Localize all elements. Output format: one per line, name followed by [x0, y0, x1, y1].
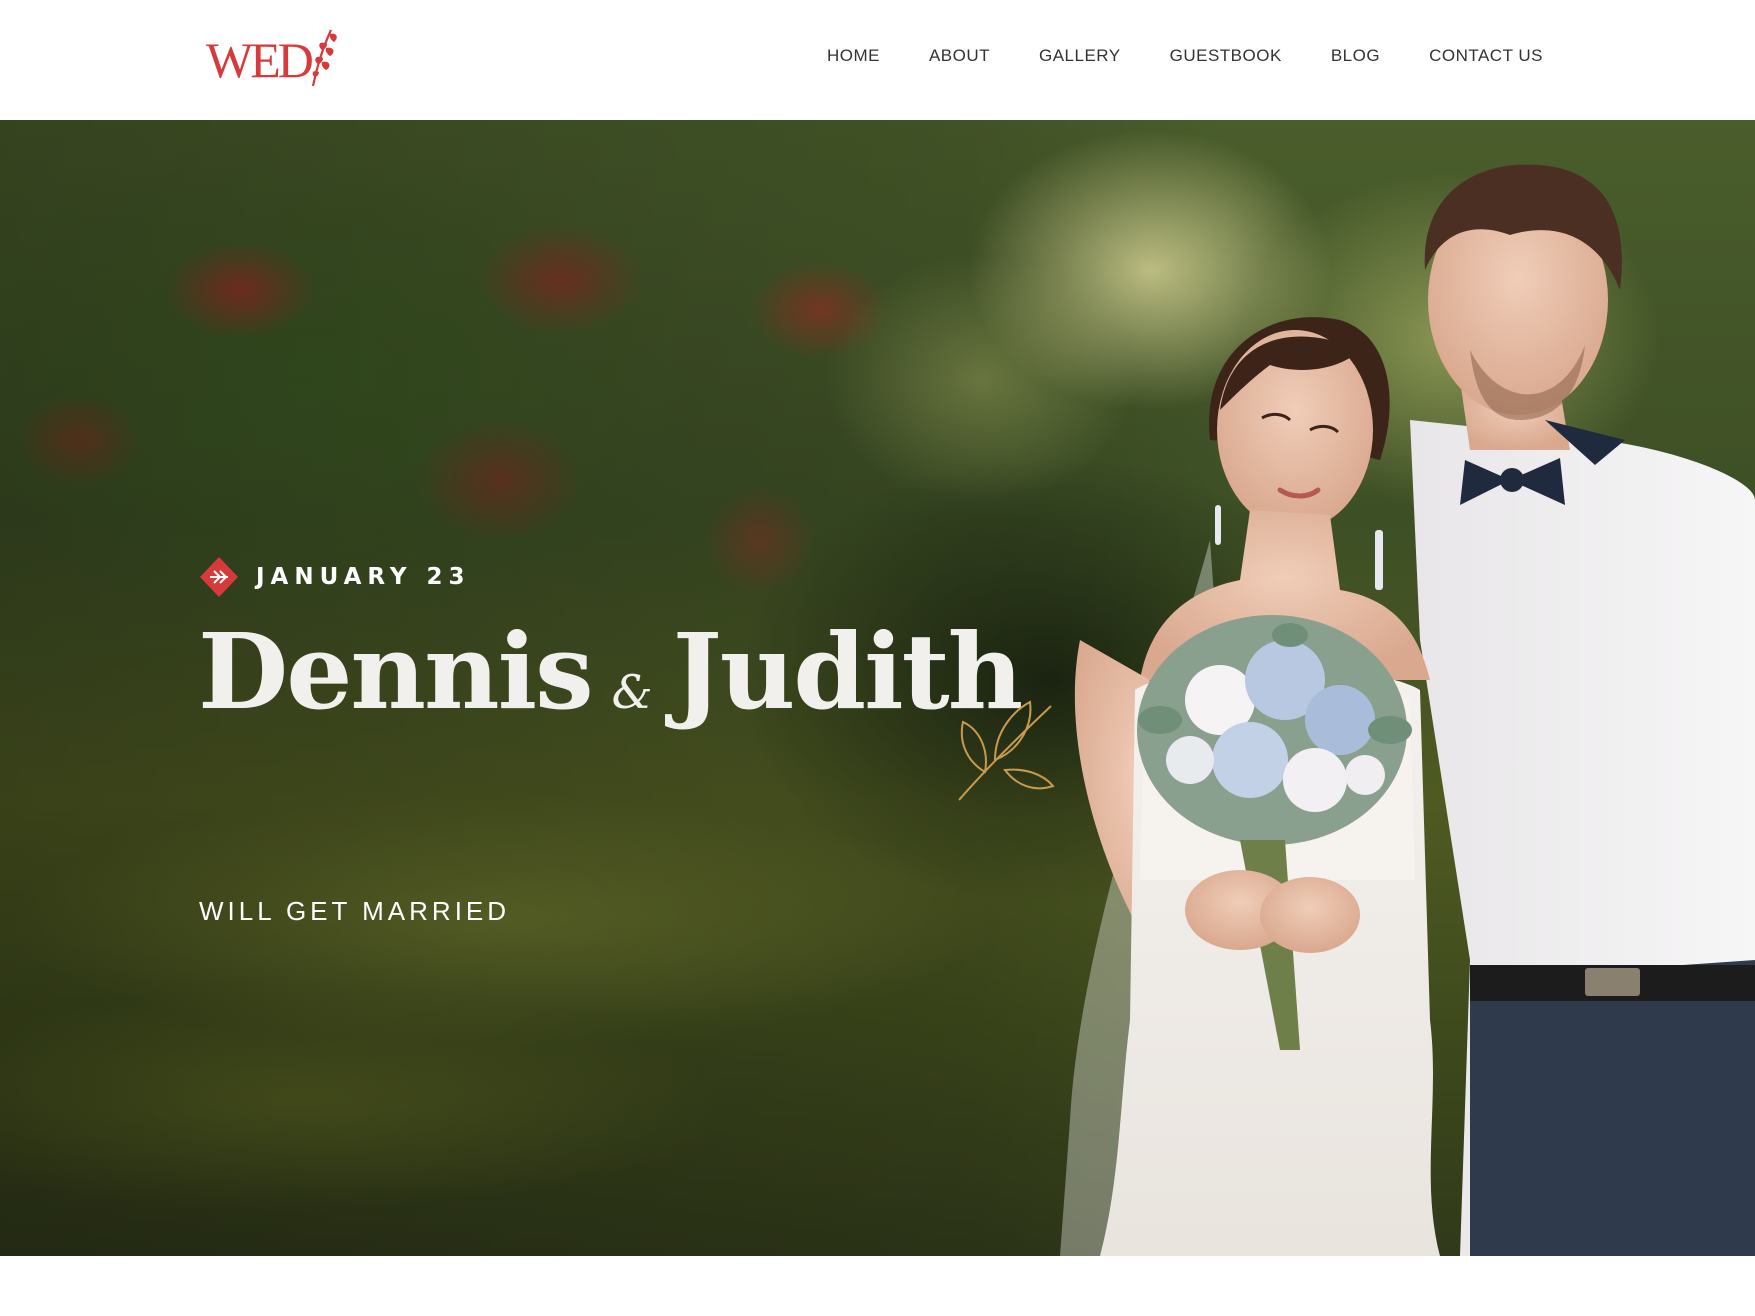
couple-names: Dennis & Judith: [198, 610, 1023, 735]
nav-about[interactable]: ABOUT: [929, 46, 990, 66]
red-leaf-badge-icon: [200, 557, 238, 597]
wheat-leaf-icon: [311, 29, 337, 87]
nav-home[interactable]: HOME: [827, 46, 880, 66]
hero-subtitle: WILL GET MARRIED: [199, 896, 511, 926]
nav-gallery[interactable]: GALLERY: [1039, 46, 1121, 66]
site-logo[interactable]: WED: [206, 28, 341, 92]
ampersand: &: [611, 665, 653, 719]
nav-blog[interactable]: BLOG: [1331, 46, 1380, 66]
logo-text: WED: [206, 32, 314, 88]
wedding-date-row: JANUARY 23: [198, 555, 471, 599]
gold-leaf-ornament-icon: [958, 700, 1055, 801]
couple-photo: [1060, 164, 1755, 1256]
wedding-date: JANUARY 23: [256, 564, 471, 590]
name-left: Dennis: [198, 610, 594, 733]
nav-guestbook[interactable]: GUESTBOOK: [1170, 46, 1282, 66]
main-nav: HOME ABOUT GALLERY GUESTBOOK BLOG CONTAC…: [827, 46, 1543, 66]
nav-contact-us[interactable]: CONTACT US: [1429, 46, 1543, 66]
site-header: WED HOME ABOUT GALLERY GUESTBOOK BLOG CO…: [0, 0, 1755, 120]
hero-section: JANUARY 23 Dennis & Judith WILL GET MARR…: [0, 120, 1755, 1256]
